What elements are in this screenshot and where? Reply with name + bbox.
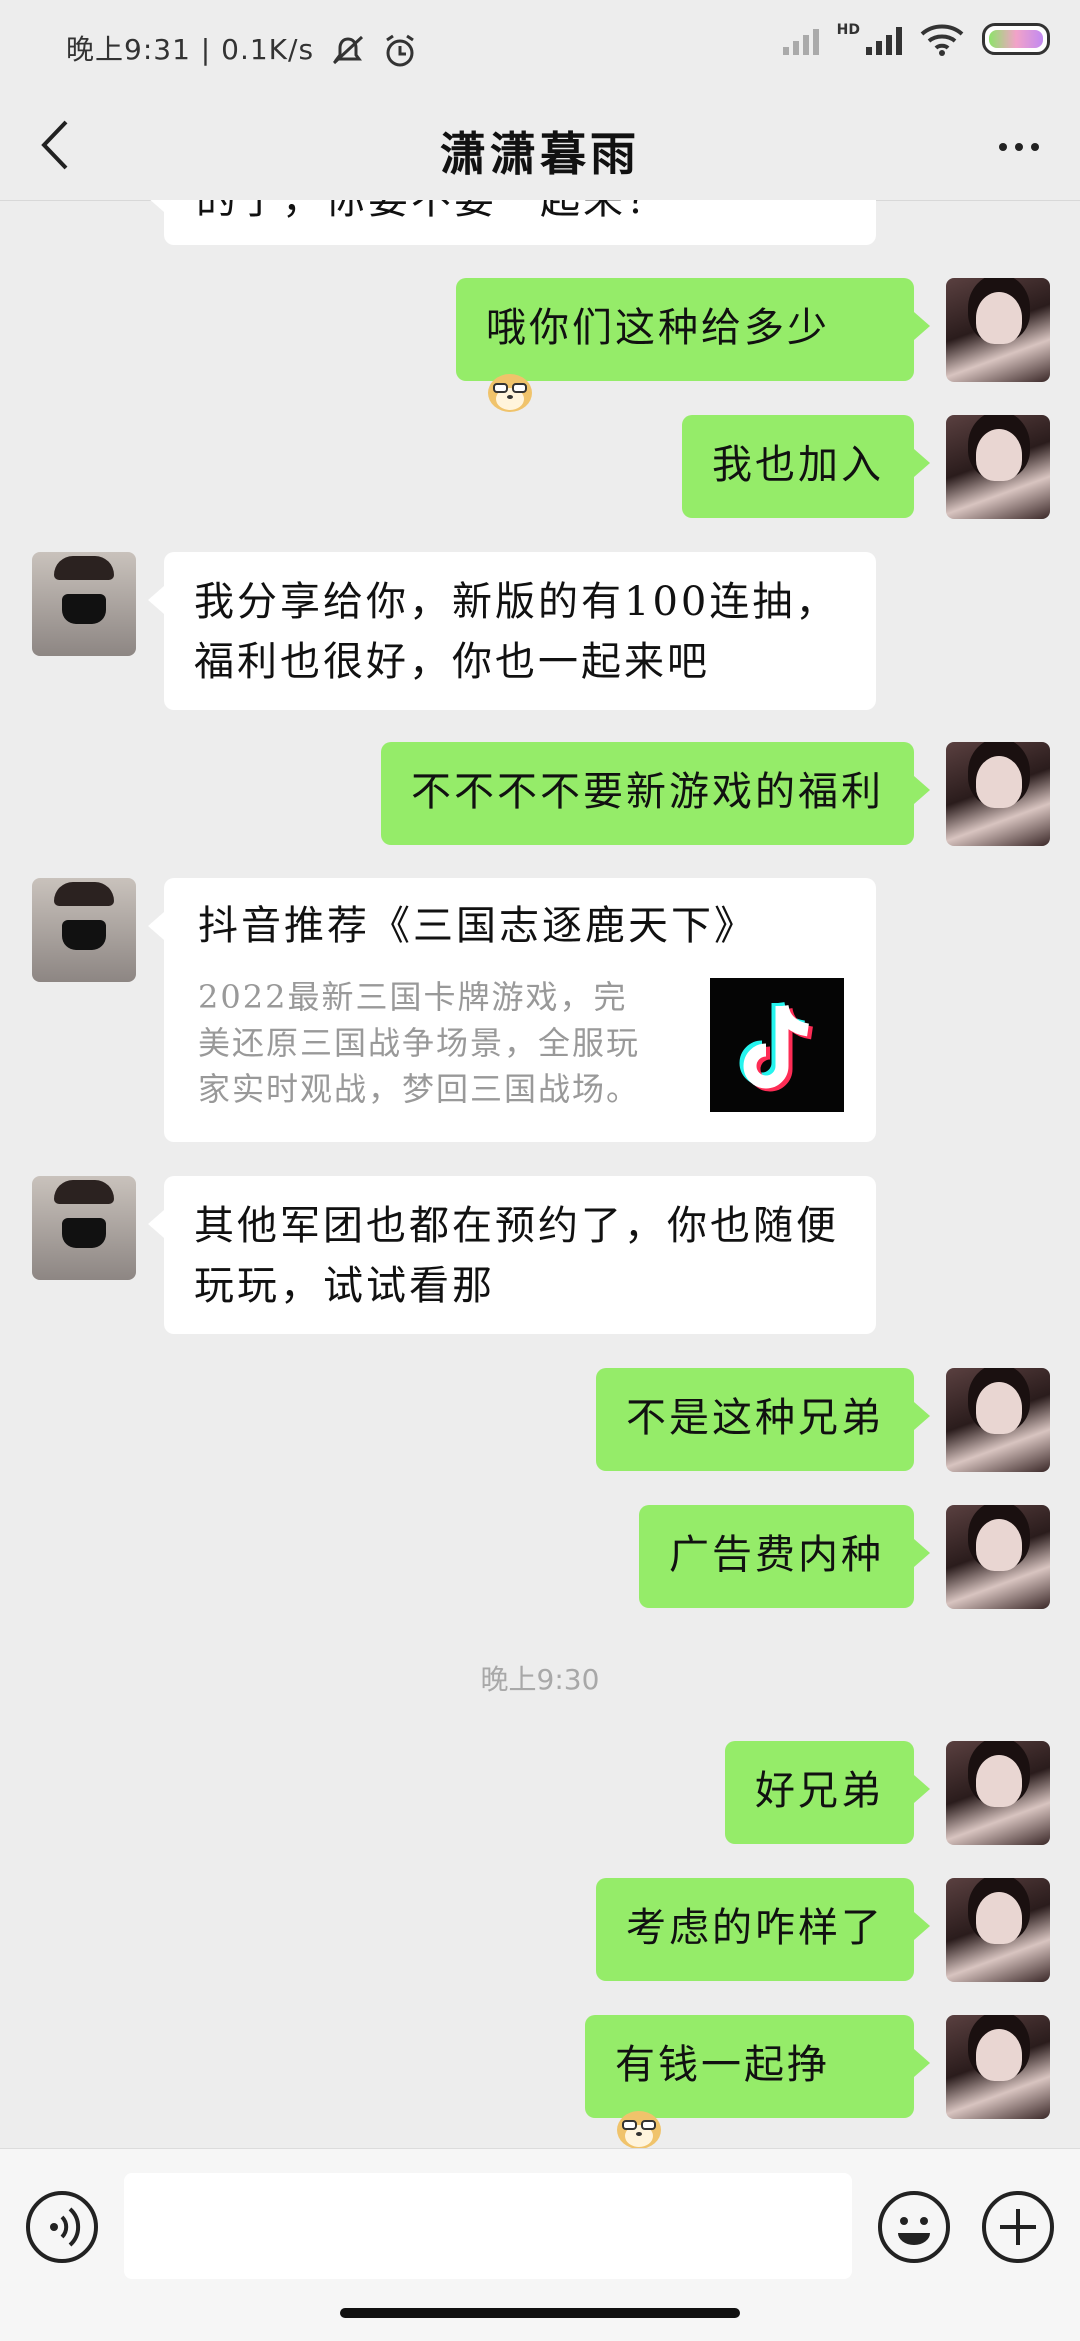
voice-icon <box>50 2207 81 2247</box>
avatar-me[interactable] <box>946 1741 1050 1845</box>
signal-icon-sim1 <box>782 23 819 55</box>
plus-icon <box>1000 2209 1036 2245</box>
chat-title: 潇潇暮雨 <box>440 127 640 181</box>
avatar-me[interactable] <box>946 1878 1050 1982</box>
avatar-me[interactable] <box>946 278 1050 382</box>
message-text: 不是这种兄弟 <box>626 1395 884 1441</box>
message-bubble-outgoing[interactable]: 广告费内种 <box>639 1505 930 1608</box>
avatar-me[interactable] <box>946 2015 1050 2119</box>
message-bubble-outgoing[interactable]: 我也加入 <box>682 415 930 518</box>
share-card[interactable]: 抖音推荐《三国志逐鹿天下》 2022最新三国卡牌游戏，完美还原三国战争场景，全服… <box>148 878 876 1142</box>
emoji-icon <box>898 2217 930 2245</box>
signal-icon <box>866 23 902 55</box>
chat-header: 潇潇暮雨 <box>0 90 1080 201</box>
emoji-button[interactable] <box>878 2191 950 2263</box>
time-separator: 晚上9:30 <box>480 1663 600 1696</box>
message-text: 不不不不要新游戏的福利 <box>411 769 884 815</box>
network-speed: 0.1K/s <box>221 33 315 66</box>
voice-button[interactable] <box>26 2191 98 2263</box>
plus-button[interactable] <box>982 2191 1054 2263</box>
message-bubble-incoming[interactable]: 我分享给你，新版的有100连抽，福利也很好，你也一起来吧 <box>148 552 876 710</box>
message-text: 哦你们这种给多少 <box>486 305 830 351</box>
status-bar: 晚上9:31 | 0.1K/s HD <box>0 0 1080 90</box>
message-bubble-outgoing[interactable]: 考虑的咋样了 <box>596 1878 930 1981</box>
message-text: 广告费内种 <box>669 1532 884 1578</box>
avatar-contact[interactable] <box>32 1176 136 1280</box>
avatar-me[interactable] <box>946 1368 1050 1472</box>
message-bubble-outgoing[interactable]: 有钱一起挣 <box>585 2015 930 2148</box>
share-card-title: 抖音推荐《三国志逐鹿天下》 <box>198 903 757 949</box>
message-bubble-incoming[interactable]: 的了，你要不要一起来？ <box>148 200 876 245</box>
battery-icon <box>982 23 1050 55</box>
message-bubble-incoming[interactable]: 其他军团也都在预约了，你也随便玩玩，试试看那 <box>148 1176 876 1334</box>
avatar-me[interactable] <box>946 415 1050 519</box>
message-list[interactable]: 的了，你要不要一起来？ 哦你们这种给多少 我也加入 我分享给你，新版的有100连… <box>0 200 1080 2148</box>
doge-emoji-icon <box>488 374 532 412</box>
message-text: 其他军团也都在预约了，你也随便玩玩，试试看那 <box>194 1203 839 1309</box>
message-text: 我也加入 <box>712 442 884 488</box>
home-indicator[interactable] <box>340 2308 740 2318</box>
avatar-me[interactable] <box>946 1505 1050 1609</box>
message-bubble-outgoing[interactable]: 哦你们这种给多少 <box>456 278 930 412</box>
message-bubble-outgoing[interactable]: 好兄弟 <box>725 1741 930 1844</box>
avatar-me[interactable] <box>946 742 1050 846</box>
network-label: HD <box>836 22 860 38</box>
message-text: 好兄弟 <box>755 1768 884 1814</box>
message-text: 我分享给你，新版的有100连抽，福利也很好，你也一起来吧 <box>194 579 839 685</box>
share-card-description: 2022最新三国卡牌游戏，完美还原三国战争场景，全服玩家实时观战，梦回三国战场。 <box>198 978 641 1108</box>
avatar-contact[interactable] <box>32 878 136 982</box>
message-text: 考虑的咋样了 <box>626 1905 884 1951</box>
message-bubble-outgoing[interactable]: 不不不不要新游戏的福利 <box>381 742 930 845</box>
status-time: 晚上9:31 <box>66 33 191 66</box>
wifi-icon <box>920 24 964 56</box>
alarm-icon <box>386 34 414 67</box>
doge-emoji-icon <box>617 2111 661 2148</box>
more-icon <box>999 143 1007 151</box>
more-button[interactable] <box>984 112 1054 182</box>
avatar-contact[interactable] <box>32 552 136 656</box>
tiktok-logo-icon <box>710 978 844 1112</box>
status-left: 晚上9:31 | 0.1K/s <box>66 28 418 68</box>
mute-icon <box>332 35 363 65</box>
message-text: 的了，你要不要一起来？ <box>196 200 669 223</box>
message-bubble-outgoing[interactable]: 不是这种兄弟 <box>596 1368 930 1471</box>
message-text: 有钱一起挣 <box>615 2042 830 2088</box>
message-input[interactable] <box>124 2173 852 2279</box>
